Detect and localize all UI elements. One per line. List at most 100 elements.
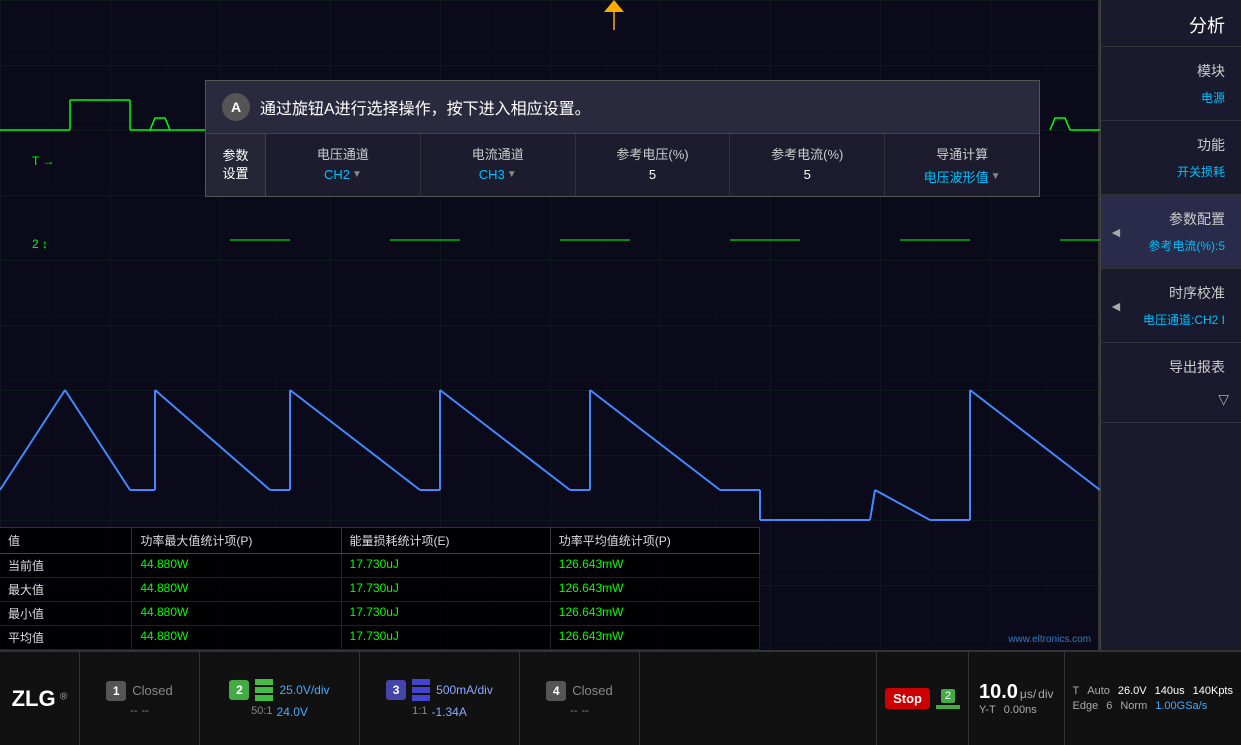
col-header-p-max: 功率最大值统计项(P) — [132, 528, 341, 553]
dialog-col-current[interactable]: 电流通道 CH3 ▼ — [421, 134, 576, 196]
ch3-top: 3 500mA/div — [386, 679, 493, 701]
table-row: 最大值 44.880W 17.730uJ 126.643mW — [0, 578, 760, 602]
ch3-ind-bar1 — [412, 679, 430, 685]
ch2-ind-bar2 — [255, 687, 273, 693]
col-label-conduction: 导通计算 — [897, 144, 1027, 163]
ch4-ratio: -- — [570, 705, 577, 717]
meas-row2: Edge 6 Norm 1.00GSa/s — [1073, 700, 1233, 712]
dialog-col-voltage[interactable]: 电压通道 CH2 ▼ — [266, 134, 421, 196]
row2-pavg: 126.643mW — [551, 578, 760, 601]
ch3-div: 500mA/div — [436, 683, 493, 697]
sidebar-section-export[interactable]: 导出报表 ▽ — [1101, 343, 1241, 423]
ch2-indicator — [255, 679, 273, 701]
ch2-ratio: 50:1 — [251, 705, 272, 719]
status-bar: ZLG ® 1 Closed -- -- 2 25.0V/div 50:1 24… — [0, 650, 1241, 745]
sidebar-section-time-cal[interactable]: ◄ 时序校准 电压通道:CH2 I — [1101, 269, 1241, 343]
row4-label: 平均值 — [0, 626, 132, 649]
sidebar-expand-arrow: ▽ — [1218, 391, 1229, 408]
row1-pavg: 126.643mW — [551, 554, 760, 577]
table-header: 值 功率最大值统计项(P) 能量损耗统计项(E) 功率平均值统计项(P) — [0, 528, 760, 554]
meas-auto: Auto — [1087, 685, 1110, 697]
ch4-top: 4 Closed — [546, 681, 612, 701]
row3-pmax: 44.880W — [132, 602, 341, 625]
col-label-voltage: 电压通道 — [278, 144, 408, 163]
y-offset: 0.00ns — [1004, 704, 1037, 716]
sidebar-arrow-param: ◄ — [1109, 224, 1123, 240]
dialog-col-ref-current[interactable]: 参考电流(%) 5 — [730, 134, 885, 196]
meas-norm: Norm — [1120, 700, 1147, 712]
row4-pavg: 126.643mW — [551, 626, 760, 649]
row4-eloss: 17.730uJ — [342, 626, 551, 649]
ch2-number: 2 — [229, 680, 249, 700]
ch1-ratio: -- — [130, 705, 137, 717]
dialog-header: A 通过旋钮A进行选择操作，按下进入相应设置。 — [206, 81, 1039, 134]
logo-reg: ® — [60, 691, 67, 702]
watermark: www.eltronics.com — [1008, 634, 1091, 645]
sidebar-label-module: 模块 — [1101, 55, 1241, 87]
col-header-e-loss: 能量损耗统计项(E) — [342, 528, 551, 553]
ch-indicator-label: 2 — [941, 689, 955, 703]
table-row: 当前值 44.880W 17.730uJ 126.643mW — [0, 554, 760, 578]
time-unit: μs/ — [1020, 687, 1036, 701]
meas-kpts: 140Kpts — [1193, 685, 1233, 697]
channel-1-block[interactable]: 1 Closed -- -- — [80, 652, 200, 745]
sidebar-label-export: 导出报表 — [1101, 351, 1241, 383]
ch2-top: 2 25.0V/div — [229, 679, 329, 701]
meas-ch-num: 6 — [1106, 700, 1112, 712]
ch4-info: -- — [582, 705, 589, 717]
row2-label: 最大值 — [0, 578, 132, 601]
ch4-bottom: -- -- — [570, 705, 589, 717]
row3-eloss: 17.730uJ — [342, 602, 551, 625]
time-div-section: 10.0 μs/ div Y-T 0.00ns — [969, 652, 1065, 745]
sidebar-title: 分析 — [1101, 0, 1241, 47]
row3-pavg: 126.643mW — [551, 602, 760, 625]
table-row: 最小值 44.880W 17.730uJ 126.643mW — [0, 602, 760, 626]
sidebar-section-module[interactable]: 模块 电源 — [1101, 47, 1241, 121]
ch2-ind-bar1 — [255, 679, 273, 685]
col-header-p-avg: 功率平均值统计项(P) — [551, 528, 760, 553]
ch-2-label: 2 ↕ — [32, 237, 48, 251]
col-label-ref-voltage: 参考电压(%) — [588, 144, 718, 163]
col-header-label: 值 — [0, 528, 132, 553]
ch2-val: 24.0V — [277, 705, 308, 719]
table-row: 平均值 44.880W 17.730uJ 126.643mW — [0, 626, 760, 650]
logo-text: ZLG — [12, 686, 56, 711]
dialog-icon: A — [222, 93, 250, 121]
measurement-section: T Auto 26.0V 140us 140Kpts Edge 6 Norm 1… — [1065, 652, 1241, 745]
ch3-indicator — [412, 679, 430, 701]
ch2-ind-bar3 — [255, 695, 273, 701]
row2-eloss: 17.730uJ — [342, 578, 551, 601]
yt-label: Y-T — [979, 704, 996, 716]
sidebar-section-function[interactable]: 功能 开关损耗 — [1101, 121, 1241, 195]
sidebar-value-export — [1101, 383, 1241, 391]
ch1-top: 1 Closed — [106, 681, 172, 701]
sidebar-value-module: 电源 — [1101, 87, 1241, 112]
dialog-columns: 电压通道 CH2 ▼ 电流通道 CH3 ▼ 参考电压(%) 5 — [266, 134, 1039, 196]
ch-indicator-bar — [936, 705, 960, 709]
dropdown-arrow-current: ▼ — [507, 169, 517, 180]
stop-button[interactable]: Stop — [885, 688, 930, 709]
stop-row: Stop 2 — [885, 688, 960, 709]
channel-4-block[interactable]: 4 Closed -- -- — [520, 652, 640, 745]
status-spacer — [640, 652, 876, 745]
ch2-bottom: 50:1 24.0V — [251, 705, 308, 719]
right-sidebar: 分析 模块 电源 功能 开关损耗 ◄ 参数配置 参考电流(%):5 ◄ 时序校准… — [1100, 0, 1241, 650]
logo-area: ZLG ® — [0, 652, 80, 745]
ch1-number: 1 — [106, 681, 126, 701]
dialog-col-conduction[interactable]: 导通计算 电压波形值 ▼ — [885, 134, 1039, 196]
col-value-ref-voltage: 5 — [588, 167, 718, 182]
meas-row1: T Auto 26.0V 140us 140Kpts — [1073, 685, 1233, 697]
channel-2-block[interactable]: 2 25.0V/div 50:1 24.0V — [200, 652, 360, 745]
sidebar-section-param-config[interactable]: ◄ 参数配置 参考电流(%):5 — [1101, 195, 1241, 269]
data-table: 值 功率最大值统计项(P) 能量损耗统计项(E) 功率平均值统计项(P) 当前值… — [0, 527, 760, 650]
ch3-waveform — [0, 390, 1100, 520]
row1-label: 当前值 — [0, 554, 132, 577]
ch3-ind-bar3 — [412, 695, 430, 701]
trigger-marker — [604, 0, 624, 12]
dialog-left-label: 参数 设置 — [206, 134, 266, 196]
dialog-col-ref-voltage[interactable]: 参考电压(%) 5 — [576, 134, 731, 196]
dropdown-arrow-conduction: ▼ — [991, 171, 1001, 182]
channel-3-block[interactable]: 3 500mA/div 1:1 -1.34A — [360, 652, 520, 745]
dialog-body: 参数 设置 电压通道 CH2 ▼ 电流通道 CH3 ▼ 参考电压(% — [206, 134, 1039, 196]
ch3-bottom: 1:1 -1.34A — [412, 705, 467, 719]
